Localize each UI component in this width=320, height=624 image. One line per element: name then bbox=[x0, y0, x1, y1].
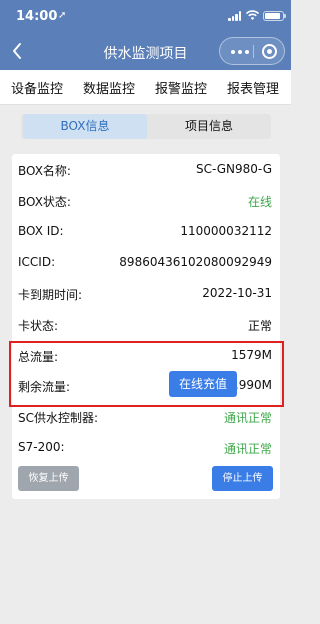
tab-box-info[interactable]: BOX信息 bbox=[23, 114, 147, 139]
box-status-value: 在线 bbox=[247, 195, 272, 209]
row-box-name: BOX名称: SC-GN980-G bbox=[12, 160, 280, 180]
row-s7-200: S7-200: 通讯正常 bbox=[12, 438, 280, 458]
s7-200-label: S7-200: bbox=[18, 440, 65, 454]
box-name-label: BOX名称: bbox=[18, 164, 71, 178]
info-segment-control: BOX信息 项目信息 bbox=[21, 114, 271, 139]
more-dots-icon[interactable] bbox=[231, 50, 249, 54]
box-info-card: BOX名称: SC-GN980-G BOX状态: 在线 BOX ID: 1100… bbox=[12, 154, 280, 499]
s7-200-value: 通讯正常 bbox=[223, 442, 272, 456]
tab-report-management[interactable]: 报表管理 bbox=[227, 78, 279, 97]
card-status-label: 卡状态: bbox=[18, 319, 59, 333]
row-card-status: 卡状态: 正常 bbox=[12, 315, 280, 335]
card-status-value: 正常 bbox=[247, 319, 272, 333]
tab-alarm-monitor[interactable]: 报警监控 bbox=[155, 78, 207, 97]
box-id-value: 110000032112 bbox=[180, 224, 272, 238]
box-id-label: BOX ID: bbox=[18, 224, 64, 238]
status-bar: 14:00 ➚ bbox=[0, 0, 291, 32]
cellular-signal-icon bbox=[228, 11, 242, 21]
stop-upload-button[interactable]: 停止上传 bbox=[212, 466, 273, 491]
row-card-expiry: 卡到期时间: 2022-10-31 bbox=[12, 284, 280, 304]
tab-project-info[interactable]: 项目信息 bbox=[147, 114, 271, 139]
card-expiry-value: 2022-10-31 bbox=[202, 286, 272, 300]
iccid-value: 89860436102080092949 bbox=[119, 255, 272, 269]
box-status-label: BOX状态: bbox=[18, 195, 71, 209]
nav-bar: 供水监测项目 bbox=[0, 32, 291, 70]
row-iccid: ICCID: 89860436102080092949 bbox=[12, 253, 280, 273]
tab-data-monitor[interactable]: 数据监控 bbox=[83, 78, 135, 97]
mini-program-capsule bbox=[219, 37, 285, 65]
restore-upload-button[interactable]: 恢复上传 bbox=[18, 466, 79, 491]
online-recharge-button[interactable]: 在线充值 bbox=[169, 371, 237, 397]
row-sc-controller: SC供水控制器: 通讯正常 bbox=[12, 407, 280, 427]
status-time: 14:00 bbox=[16, 9, 58, 24]
battery-icon bbox=[263, 11, 286, 21]
target-icon[interactable] bbox=[262, 44, 277, 59]
row-box-status: BOX状态: 在线 bbox=[12, 191, 280, 211]
wifi-icon bbox=[246, 10, 259, 20]
flow-highlight-box bbox=[9, 341, 284, 407]
card-expiry-label: 卡到期时间: bbox=[18, 288, 83, 302]
box-name-value: SC-GN980-G bbox=[195, 162, 272, 176]
capsule-divider bbox=[253, 45, 254, 58]
top-tab-bar: 设备监控 数据监控 报警监控 报表管理 bbox=[0, 70, 291, 105]
iccid-label: ICCID: bbox=[18, 255, 56, 269]
sc-controller-label: SC供水控制器: bbox=[18, 411, 99, 425]
tab-device-monitor[interactable]: 设备监控 bbox=[11, 78, 63, 97]
sc-controller-value: 通讯正常 bbox=[223, 411, 272, 425]
row-box-id: BOX ID: 110000032112 bbox=[12, 222, 280, 242]
location-arrow-icon: ➚ bbox=[58, 10, 67, 21]
